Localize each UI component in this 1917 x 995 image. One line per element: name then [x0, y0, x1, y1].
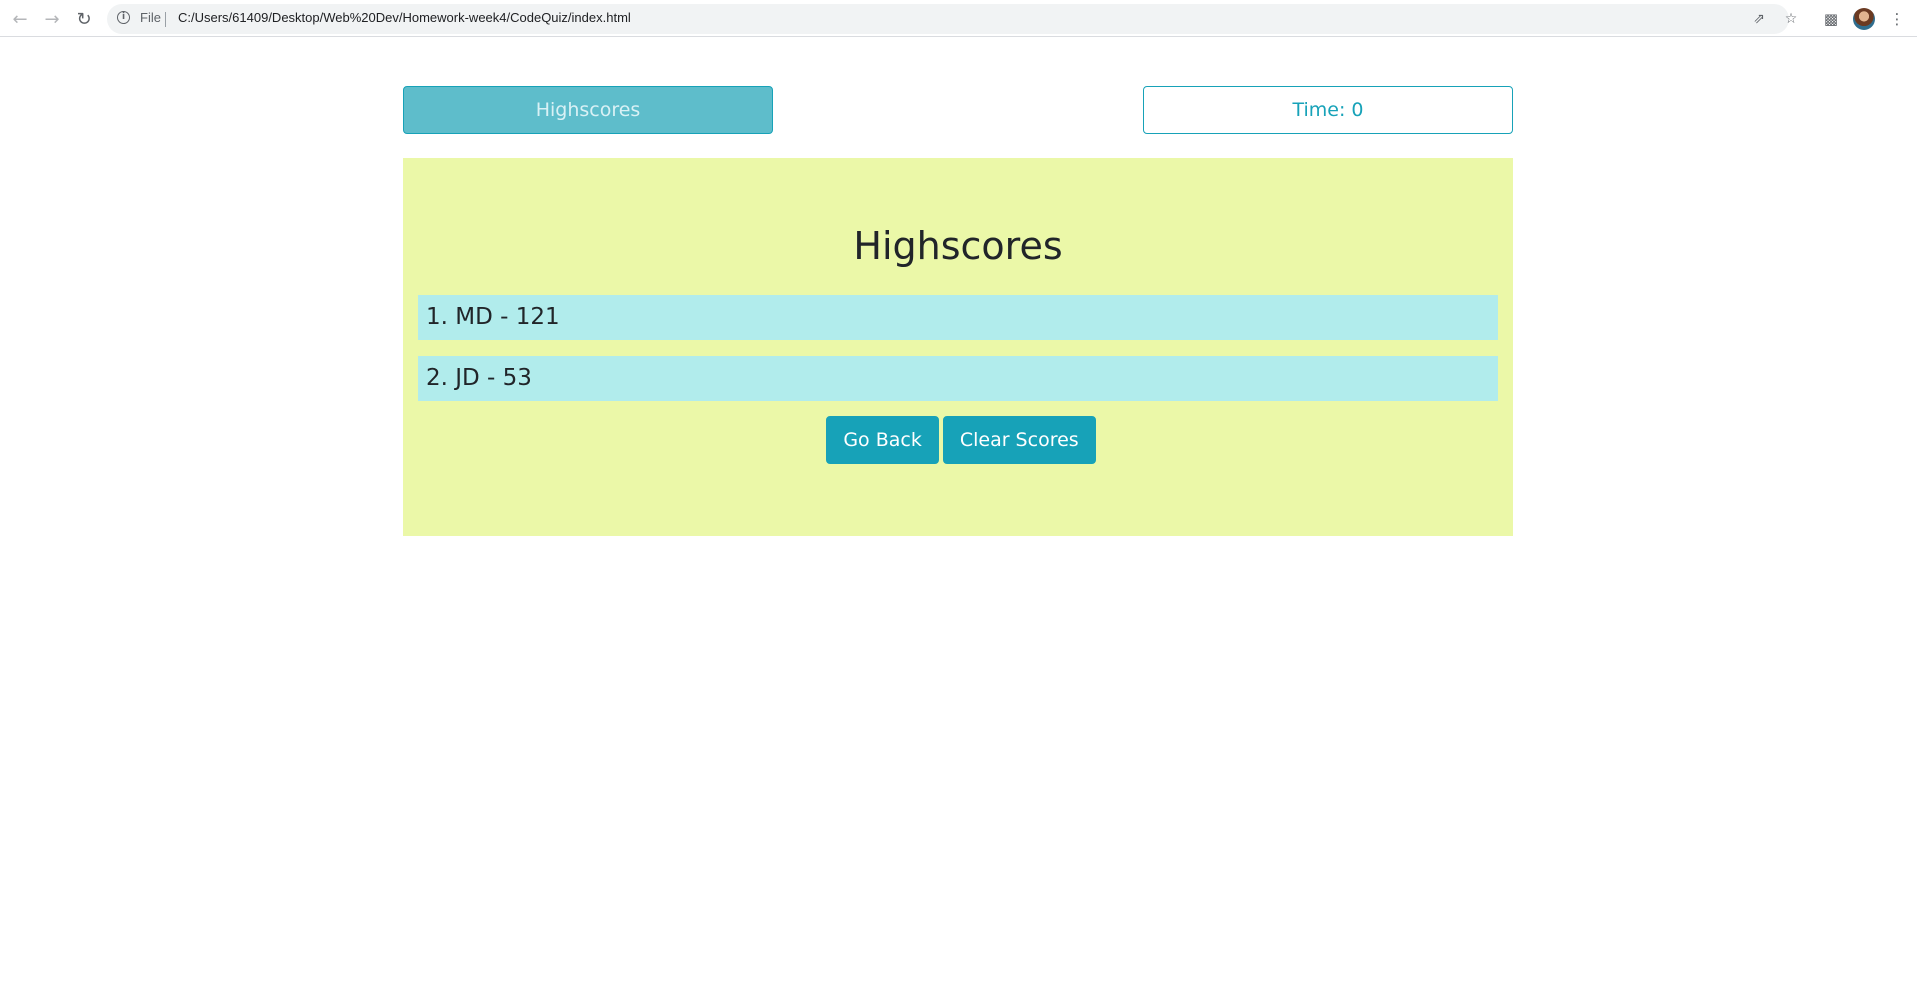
url-text[interactable]: C:/Users/61409/Desktop/Web%20Dev/Homewor… [178, 10, 631, 25]
back-arrow-icon[interactable]: ← [7, 6, 33, 32]
star-icon[interactable]: ☆ [1781, 9, 1801, 29]
kebab-menu-icon[interactable]: ⋮ [1886, 8, 1908, 30]
timer-display: Time: 0 [1143, 86, 1513, 134]
share-icon[interactable]: ⇗ [1749, 9, 1769, 29]
reload-icon[interactable]: ↻ [71, 6, 97, 32]
scheme-label: File [140, 10, 161, 25]
address-bar[interactable]: i File C:/Users/61409/Desktop/Web%20Dev/… [107, 4, 1797, 34]
highscores-button[interactable]: Highscores [403, 86, 773, 134]
page-content: Highscores Time: 0 Highscores 1. MD - 12… [0, 37, 1917, 995]
puzzle-icon[interactable]: ▩ [1820, 8, 1842, 30]
score-item: 1. MD - 121 [418, 295, 1498, 340]
profile-avatar[interactable] [1853, 8, 1875, 30]
highscores-card: Highscores 1. MD - 121 2. JD - 53 Go Bac… [403, 158, 1513, 536]
actions-row: Go Back Clear Scores [403, 416, 1513, 464]
clear-scores-button[interactable]: Clear Scores [942, 416, 1096, 464]
omnibox-divider [165, 12, 166, 27]
browser-toolbar: ← → ↻ i File C:/Users/61409/Desktop/Web%… [0, 0, 1917, 37]
card-title: Highscores [853, 224, 1063, 268]
score-list: 1. MD - 121 2. JD - 53 [418, 295, 1498, 417]
score-item: 2. JD - 53 [418, 356, 1498, 401]
forward-arrow-icon[interactable]: → [39, 6, 65, 32]
info-icon[interactable]: i [117, 11, 130, 24]
go-back-button[interactable]: Go Back [826, 416, 939, 464]
